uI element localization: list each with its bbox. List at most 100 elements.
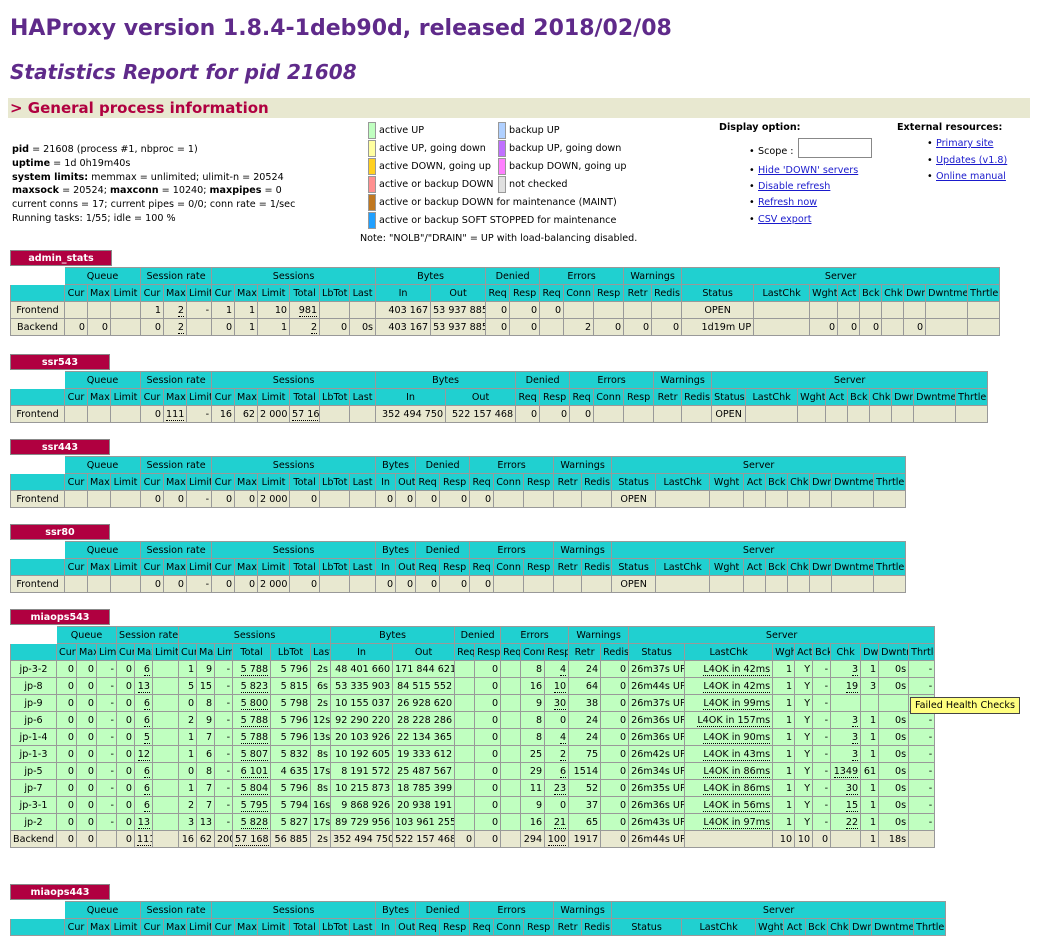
row-name-cell[interactable]: jp-3-1: [10, 796, 57, 814]
table-cell: 0: [56, 762, 77, 780]
table-cell: [349, 301, 377, 319]
row-name-cell[interactable]: jp-2: [10, 813, 57, 831]
column-header: Max: [234, 473, 259, 491]
table-cell: 2s: [310, 694, 332, 712]
table-cell: 2 000: [257, 405, 291, 423]
disable-refresh-link[interactable]: Disable refresh: [758, 181, 830, 192]
online-manual-link[interactable]: Online manual: [936, 171, 1006, 182]
row-name-cell[interactable]: jp-1-3: [10, 745, 57, 763]
row-name-cell[interactable]: jp-6: [10, 711, 57, 729]
table-cell: L4OK in 90ms: [684, 728, 774, 746]
column-header: Last: [349, 388, 377, 406]
column-header: Limit: [109, 473, 142, 491]
table-cell: [493, 490, 525, 508]
proxy-name-miaops443[interactable]: miaops443: [10, 884, 110, 900]
column-header: Bck: [765, 473, 789, 491]
table-cell: 18 785 399: [392, 779, 456, 797]
table-cell: 8: [520, 711, 546, 729]
table-cell: 16: [520, 813, 546, 831]
bullet-icon: •: [927, 171, 933, 182]
primary-site-link[interactable]: Primary site: [936, 138, 993, 149]
column-header: Limit: [214, 643, 234, 661]
updates-link[interactable]: Updates (v1.8): [936, 155, 1007, 166]
table-cell: 0: [474, 779, 502, 797]
hide-down-link[interactable]: Hide 'DOWN' servers: [758, 165, 858, 176]
proxy-name-miaops543[interactable]: miaops543: [10, 609, 110, 625]
row-name-cell[interactable]: jp-5: [10, 762, 57, 780]
table-cell: 2: [544, 745, 570, 763]
column-group-header: Denied: [415, 541, 471, 559]
table-cell: 1: [860, 728, 880, 746]
maxconn-value: = 10240;: [158, 185, 210, 197]
table-cell: -: [812, 677, 832, 695]
table-cell: -: [95, 660, 118, 678]
column-header: Max: [196, 643, 216, 661]
table-cell: 1: [772, 660, 796, 678]
column-header: Total: [289, 473, 321, 491]
table-cell: 2: [563, 318, 595, 336]
table-cell: 1: [772, 728, 796, 746]
table-cell: 8: [520, 660, 546, 678]
row-name-cell[interactable]: Frontend: [10, 490, 65, 508]
column-group-header: Queue: [55, 626, 118, 644]
row-name-cell[interactable]: jp-8: [10, 677, 57, 695]
row-name-cell[interactable]: jp-7: [10, 779, 57, 797]
row-name-cell[interactable]: Frontend: [10, 575, 65, 593]
table-cell: 5 796: [270, 779, 312, 797]
column-group-header: Queue: [63, 541, 142, 559]
row-name-cell[interactable]: Backend: [10, 830, 57, 848]
table-cell: [709, 575, 745, 593]
legend-item: active DOWN, going up: [368, 158, 491, 175]
table-cell: [493, 575, 525, 593]
row-name-cell[interactable]: jp-3-2: [10, 660, 57, 678]
proxy-name-ssr80[interactable]: ssr80: [10, 524, 110, 540]
row-name-cell[interactable]: Frontend: [10, 405, 65, 423]
column-header: Resp: [539, 388, 571, 406]
row-name-cell[interactable]: jp-9: [10, 694, 57, 712]
row-name-cell[interactable]: Backend: [10, 318, 65, 336]
table-cell: [500, 660, 522, 678]
table-cell: 0: [623, 318, 653, 336]
legend-label: backup UP: [509, 125, 560, 136]
table-cell: 57 168: [289, 405, 321, 423]
scope-input[interactable]: [798, 138, 872, 158]
table-cell: 9 868 926: [330, 796, 394, 814]
stats-table-miaops443: Queue Session rate Sessions Bytes Denied Erro…: [10, 901, 947, 936]
column-header: Limit: [152, 643, 180, 661]
refresh-now-link[interactable]: Refresh now: [758, 197, 817, 208]
column-header: Resp: [523, 558, 555, 576]
table-cell: 89 729 956: [330, 813, 394, 831]
column-header: Dwn: [809, 473, 833, 491]
table-cell: [913, 405, 957, 423]
table-cell: 1: [772, 762, 796, 780]
proxy-name-ssr543[interactable]: ssr543: [10, 354, 110, 370]
table-cell: 1: [860, 779, 880, 797]
column-header: Req: [539, 284, 565, 302]
table-cell: 0: [116, 711, 136, 729]
table-cell: 5 800: [232, 694, 272, 712]
column-header: Limit: [257, 388, 291, 406]
table-cell: 6 101: [232, 762, 272, 780]
row-name-cell[interactable]: Frontend: [10, 301, 65, 319]
stats-table-ssr80: Queue Session rate Sessions Bytes Denied Erro…: [10, 541, 907, 593]
column-group-header: Denied: [415, 456, 471, 474]
column-header: Limit: [186, 388, 213, 406]
column-group-header: Sessions: [211, 267, 377, 285]
table-cell: [500, 711, 522, 729]
column-header: Dwntme: [878, 643, 910, 661]
csv-export-link[interactable]: CSV export: [758, 214, 811, 225]
table-cell: 0: [395, 490, 417, 508]
table-cell: [830, 694, 862, 712]
table-cell: 0: [812, 830, 832, 848]
table-cell: 0: [509, 318, 541, 336]
table-row: Frontend 1 2-1 1 10 981 403 167 53 937 885 0 0 0 OP…: [10, 301, 1001, 319]
table-cell: [860, 694, 880, 712]
column-header: Bck: [812, 643, 832, 661]
table-cell: [152, 762, 180, 780]
proxy-name-admin-stats[interactable]: admin_stats: [10, 250, 112, 266]
table-cell: 0: [163, 490, 188, 508]
proxy-name-ssr443[interactable]: ssr443: [10, 439, 110, 455]
table-cell: 5 796: [270, 728, 312, 746]
row-name-cell[interactable]: jp-1-4: [10, 728, 57, 746]
table-cell: -: [908, 762, 936, 780]
